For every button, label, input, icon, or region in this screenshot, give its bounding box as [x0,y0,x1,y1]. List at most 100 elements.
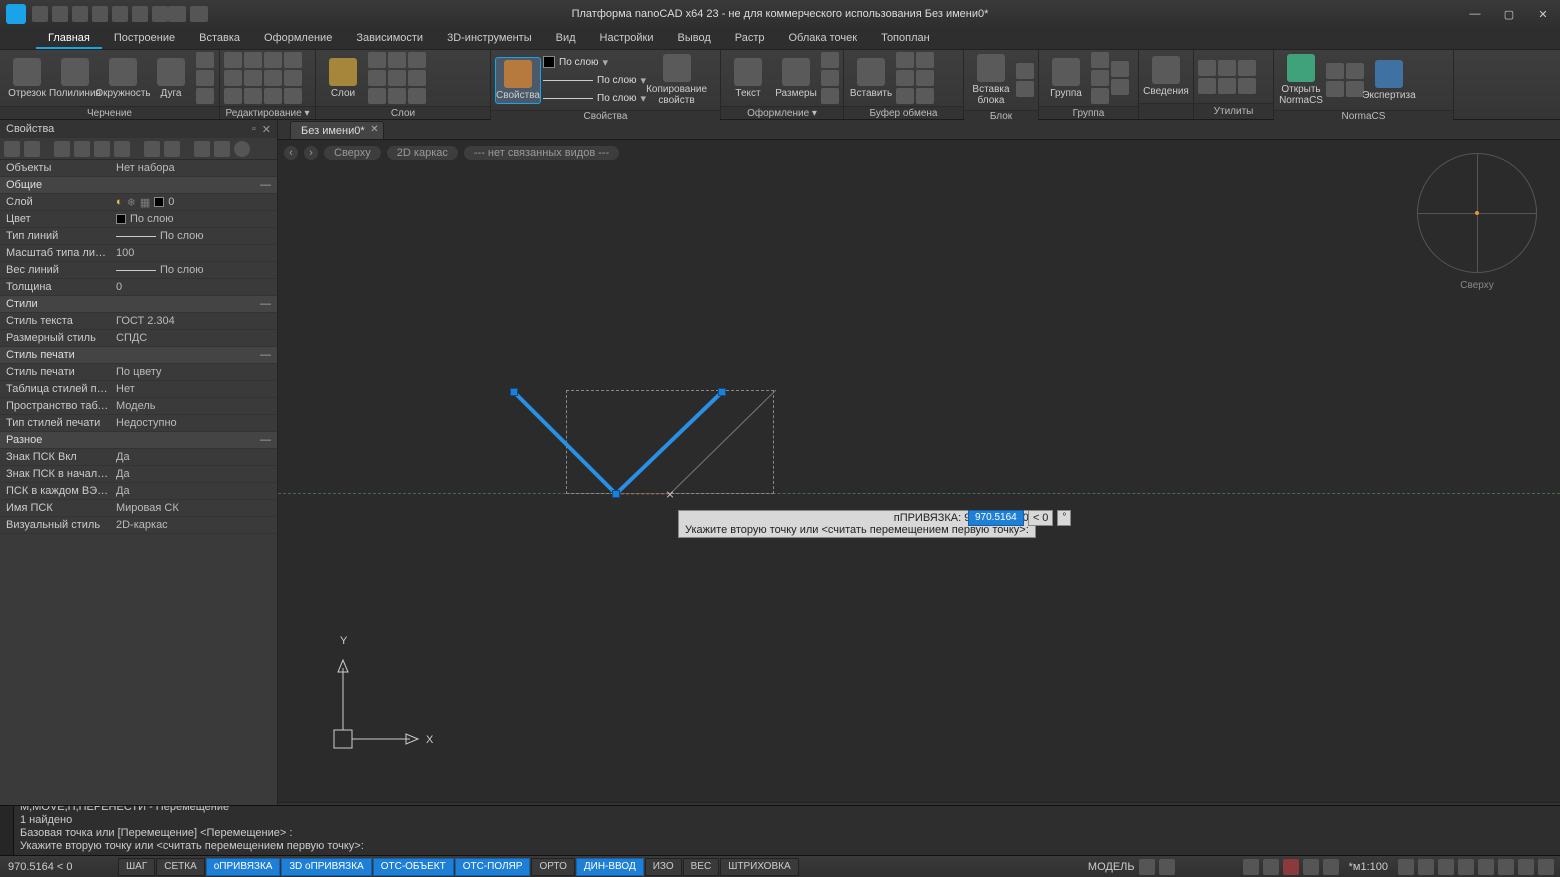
save-icon[interactable] [72,6,88,22]
annotation-scale[interactable]: *м1:100 [1343,861,1394,873]
insertblock-button[interactable]: Вставка блока [968,52,1014,108]
saveas-icon[interactable] [92,6,108,22]
lock-icon[interactable] [1139,859,1155,875]
norma-s2[interactable] [1326,81,1344,97]
edit-s7[interactable] [264,52,282,68]
command-window[interactable]: Укажите противоположный угол:M,MOVE,П,ПЕ… [0,805,1560,855]
toggle-ДИН-ВВОД[interactable]: ДИН-ВВОД [576,858,644,876]
line-tool[interactable]: Отрезок [4,56,50,101]
clip-s1[interactable] [916,52,934,68]
tab-home[interactable]: Главная [36,28,102,49]
prop-section-plot[interactable]: Стиль печати— [0,347,277,364]
edit-s3[interactable] [224,88,242,104]
tab-topo[interactable]: Топоплан [869,28,942,49]
toggle-ШАГ[interactable]: ШАГ [118,858,155,876]
tab-output[interactable]: Вывод [665,28,722,49]
ptb-9[interactable] [194,141,210,157]
ptb-4[interactable] [74,141,90,157]
bylayer-lweight[interactable]: По слою▾ [543,90,649,107]
matchprops-button[interactable]: Копирование свойств [651,52,703,108]
prop-row[interactable]: Пространство таблицы с...Модель [0,398,277,415]
sb-r4[interactable] [1458,859,1474,875]
doc-tab[interactable]: Без имени0*✕ [290,121,384,139]
ptb-10[interactable] [214,141,230,157]
sb-r6[interactable] [1498,859,1514,875]
tab-raster[interactable]: Растр [723,28,777,49]
prop-row[interactable]: ПСК в каждом ВЭкранеДа [0,483,277,500]
layout-icon[interactable] [168,6,186,22]
tab-view[interactable]: Вид [544,28,588,49]
tab-pointcloud[interactable]: Облака точек [777,28,870,49]
cut-icon[interactable] [896,52,914,68]
sb-i2[interactable] [1263,859,1279,875]
edit-s10[interactable] [284,52,302,68]
toggle-ИЗО[interactable]: ИЗО [645,858,682,876]
clip-s2[interactable] [916,70,934,86]
monitor-icon[interactable] [1159,859,1175,875]
layer-s1[interactable] [368,52,386,68]
sb-r8[interactable] [1538,859,1554,875]
ptb-8[interactable] [164,141,180,157]
prop-row[interactable]: Стиль текстаГОСТ 2.304 [0,313,277,330]
view-prev[interactable]: ‹ [284,146,298,160]
grip-1[interactable] [510,388,518,396]
ptb-3[interactable] [54,141,70,157]
sb-i4[interactable] [1303,859,1319,875]
prop-row[interactable]: ЦветПо слою [0,211,277,228]
grip-3[interactable] [718,388,726,396]
clip-s3[interactable] [916,88,934,104]
polyline-tool[interactable]: Полилиния [52,56,98,101]
open-icon[interactable] [52,6,68,22]
layer-s8[interactable] [408,70,426,86]
panel-titlebar[interactable]: Свойства ▫✕ [0,120,277,138]
grp-s4[interactable] [1111,61,1129,77]
arc-tool[interactable]: Дуга [148,56,194,101]
norma-s4[interactable] [1346,81,1364,97]
grp-s1[interactable] [1091,52,1109,68]
layer-s9[interactable] [408,88,426,104]
annot-s3[interactable] [821,88,839,104]
layer-s6[interactable] [388,88,406,104]
sb-r5[interactable] [1478,859,1494,875]
bylayer-ltype[interactable]: По слою▾ [543,72,649,89]
layer-s2[interactable] [368,70,386,86]
prop-row[interactable]: Знак ПСК в начале коор...Да [0,466,277,483]
draw-small-2[interactable] [196,70,214,86]
sb-r1[interactable] [1398,859,1414,875]
app-icon[interactable] [6,4,26,24]
prop-section-misc[interactable]: Разное— [0,432,277,449]
util-s6[interactable] [1238,78,1256,94]
grp-s2[interactable] [1091,70,1109,86]
sb-r3[interactable] [1438,859,1454,875]
sb-i3[interactable] [1283,859,1299,875]
paste-icon[interactable] [896,88,914,104]
bylayer-color[interactable]: По слою▾ [543,54,649,71]
prop-row[interactable]: Тип стилей печатиНедоступно [0,415,277,432]
prop-section-general[interactable]: Общие— [0,177,277,194]
panel-close-icon[interactable]: ✕ [262,123,271,136]
normacs-expert[interactable]: Экспертиза [1366,58,1412,103]
edit-s8[interactable] [264,70,282,86]
viewport[interactable]: ‹ › Сверху 2D каркас --- нет связанных в… [278,140,1560,802]
toggle-оПРИВЯЗКА[interactable]: оПРИВЯЗКА [206,858,281,876]
util-s2[interactable] [1198,78,1216,94]
sb-r7[interactable] [1518,859,1534,875]
minimize-button[interactable]: — [1458,0,1492,28]
prop-row[interactable]: Размерный стильСПДС [0,330,277,347]
prop-row[interactable]: Толщина0 [0,279,277,296]
annot-s2[interactable] [821,70,839,86]
space-indicator[interactable]: МОДЕЛЬ [1088,861,1135,873]
layer-s7[interactable] [408,52,426,68]
close-button[interactable]: ✕ [1526,0,1560,28]
toggle-СЕТКА[interactable]: СЕТКА [156,858,205,876]
prop-section-styles[interactable]: Стили— [0,296,277,313]
doc-tab-close-icon[interactable]: ✕ [370,124,378,135]
view-mode[interactable]: 2D каркас [387,146,458,160]
dim-button[interactable]: Размеры [773,56,819,101]
toggle-ВЕС[interactable]: ВЕС [683,858,720,876]
copy-icon[interactable] [896,70,914,86]
draw-small-3[interactable] [196,88,214,104]
edit-s11[interactable] [284,70,302,86]
sb-i5[interactable] [1323,859,1339,875]
toggle-ОТС-ПОЛЯР[interactable]: ОТС-ПОЛЯР [455,858,531,876]
